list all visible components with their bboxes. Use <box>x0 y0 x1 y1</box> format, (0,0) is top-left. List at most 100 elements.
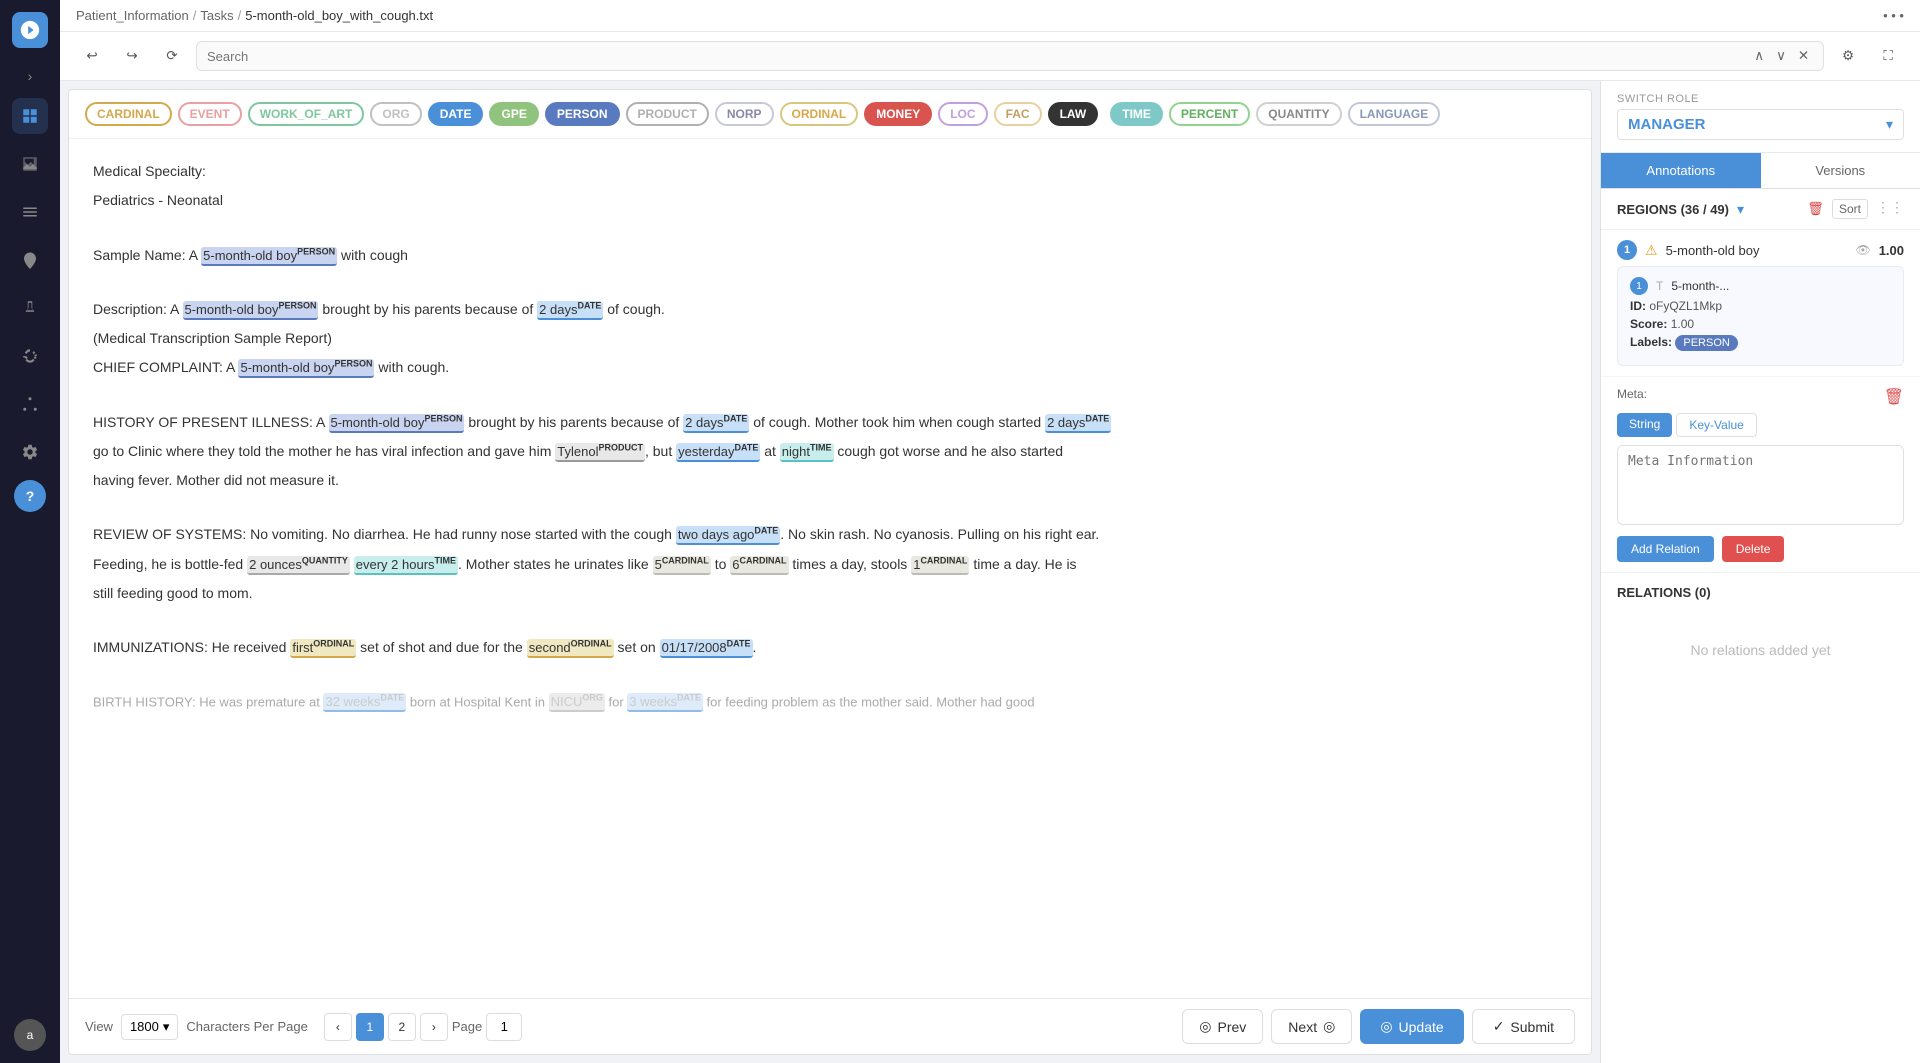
app-logo[interactable] <box>12 12 48 48</box>
update-button-label: Update <box>1399 1019 1444 1035</box>
page-prev-arrow[interactable]: ‹ <box>324 1013 352 1041</box>
breadcrumb-part-1[interactable]: Patient_Information <box>76 8 189 23</box>
review-line: REVIEW OF SYSTEMS: No vomiting. No diarr… <box>93 522 1567 547</box>
role-selector[interactable]: MANAGER ▾ <box>1617 109 1904 140</box>
entity-every-2-hours[interactable]: every 2 hoursTIME <box>354 556 458 575</box>
expand-button[interactable]: ⛶ <box>1872 40 1904 72</box>
sidebar-toggle[interactable]: › <box>18 64 42 88</box>
sidebar-item-list[interactable] <box>12 194 48 230</box>
settings-button[interactable]: ⚙ <box>1832 40 1864 72</box>
tab-versions[interactable]: Versions <box>1761 153 1920 188</box>
entity-5month-old-boy-4[interactable]: 5-month-old boyPERSON <box>329 414 465 433</box>
entity-2days-3[interactable]: 2 daysDATE <box>1045 414 1111 433</box>
tag-money[interactable]: MONEY <box>864 102 932 126</box>
tag-norp[interactable]: NORP <box>715 102 774 126</box>
specialty-value: Pediatrics - Neonatal <box>93 188 1567 213</box>
undo-button[interactable]: ↩ <box>76 40 108 72</box>
annotation-eye-icon[interactable]: 👁 <box>1855 243 1870 257</box>
annotation-item-1[interactable]: 1 ⚠ 5-month-old boy 👁 1.00 1 T 5-month-.… <box>1601 230 1920 377</box>
labels-label: Labels: <box>1630 335 1672 349</box>
search-prev-button[interactable]: ∧ <box>1750 46 1768 66</box>
delete-annotation-button[interactable]: Delete <box>1722 536 1785 562</box>
regions-dropdown-icon[interactable]: ▾ <box>1737 201 1744 218</box>
submit-button[interactable]: ✓ Submit <box>1472 1009 1575 1044</box>
entity-weeks-1[interactable]: 32 weeksDATE <box>323 693 406 712</box>
entity-two-days-ago[interactable]: two days agoDATE <box>676 526 780 545</box>
entity-first[interactable]: firstORDINAL <box>290 639 356 658</box>
next-circle-icon: ◎ <box>1323 1018 1335 1035</box>
meta-information-input[interactable] <box>1617 445 1904 525</box>
entity-2days-1[interactable]: 2 daysDATE <box>537 301 603 320</box>
submit-button-label: Submit <box>1510 1019 1554 1035</box>
breadcrumb-sep-1: / <box>193 8 197 23</box>
chars-per-page-select[interactable]: 1800 ▾ <box>121 1014 178 1040</box>
entity-1-stool[interactable]: 1CARDINAL <box>911 556 969 575</box>
meta-delete-button[interactable]: 🗑 <box>1884 387 1904 407</box>
meta-tab-string[interactable]: String <box>1617 413 1672 437</box>
entity-second[interactable]: secondORDINAL <box>527 639 614 658</box>
tag-language[interactable]: LANGUAGE <box>1348 102 1441 126</box>
page-1-button[interactable]: 1 <box>356 1013 384 1041</box>
breadcrumb-part-2[interactable]: Tasks <box>200 8 233 23</box>
detail-number: 1 <box>1630 277 1648 295</box>
tag-work-of-art[interactable]: WORK_OF_ART <box>248 102 365 126</box>
meta-tab-keyvalue[interactable]: Key-Value <box>1676 413 1756 437</box>
sidebar-item-settings[interactable] <box>12 434 48 470</box>
user-avatar[interactable]: a <box>14 1019 46 1051</box>
tab-annotations[interactable]: Annotations <box>1601 153 1761 188</box>
search-input[interactable] <box>207 49 1742 64</box>
tag-gpe[interactable]: GPE <box>489 102 538 126</box>
entity-6[interactable]: 6CARDINAL <box>730 556 788 575</box>
role-chevron-icon: ▾ <box>1886 116 1893 133</box>
search-close-button[interactable]: ✕ <box>1794 46 1813 66</box>
tag-cardinal[interactable]: CARDINAL <box>85 102 172 126</box>
sidebar-item-dashboard[interactable] <box>12 98 48 134</box>
next-button[interactable]: Next ◎ <box>1271 1009 1352 1044</box>
update-button[interactable]: ◎ Update <box>1360 1009 1463 1044</box>
page-2-button[interactable]: 2 <box>388 1013 416 1041</box>
sidebar-item-tools[interactable] <box>12 338 48 374</box>
entity-2days-2[interactable]: 2 daysDATE <box>683 414 749 433</box>
breadcrumb-menu[interactable]: • • • <box>1883 8 1904 23</box>
tag-loc[interactable]: LOC <box>938 102 987 126</box>
refresh-button[interactable]: ⟳ <box>156 40 188 72</box>
sort-button[interactable]: Sort <box>1832 199 1868 219</box>
tag-event[interactable]: EVENT <box>178 102 242 126</box>
entity-5month-old-boy-1[interactable]: 5-month-old boyPERSON <box>201 247 337 266</box>
entity-date-01172008[interactable]: 01/17/2008DATE <box>660 639 753 658</box>
breadcrumb-current: 5-month-old_boy_with_cough.txt <box>245 8 433 23</box>
sidebar-item-network[interactable] <box>12 386 48 422</box>
annotation-title: 5-month-old boy <box>1666 243 1848 258</box>
prev-button[interactable]: ◎ Prev <box>1182 1009 1263 1044</box>
tag-org[interactable]: ORG <box>370 102 421 126</box>
entity-tylenol[interactable]: TylenolPRODUCT <box>555 443 645 462</box>
entity-yesterday[interactable]: yesterdayDATE <box>676 443 760 462</box>
tag-product[interactable]: PRODUCT <box>626 102 709 126</box>
page-number-input[interactable] <box>486 1013 522 1041</box>
tag-quantity[interactable]: QUANTITY <box>1256 102 1341 126</box>
tag-law[interactable]: LAW <box>1048 102 1099 126</box>
tag-person[interactable]: PERSON <box>545 102 620 126</box>
tag-time[interactable]: TIME <box>1110 102 1163 126</box>
tag-percent[interactable]: PERCENT <box>1169 102 1250 126</box>
tag-date[interactable]: DATE <box>428 102 484 126</box>
search-next-button[interactable]: ∨ <box>1772 46 1790 66</box>
tag-ordinal[interactable]: ORDINAL <box>780 102 859 126</box>
help-button[interactable]: ? <box>14 480 46 512</box>
delete-regions-button[interactable]: 🗑 <box>1807 199 1824 219</box>
entity-nicu[interactable]: NICUORG <box>549 693 605 712</box>
page-next-arrow[interactable]: › <box>420 1013 448 1041</box>
birth-history-line: BIRTH HISTORY: He was premature at 32 we… <box>93 690 1567 714</box>
entity-5month-old-boy-3[interactable]: 5-month-old boyPERSON <box>238 359 374 378</box>
entity-night[interactable]: nightTIME <box>780 443 834 462</box>
entity-weeks-2[interactable]: 3 weeksDATE <box>627 693 703 712</box>
entity-5month-old-boy-2[interactable]: 5-month-old boyPERSON <box>183 301 319 320</box>
add-relation-button[interactable]: Add Relation <box>1617 536 1714 562</box>
sidebar-item-map[interactable] <box>12 242 48 278</box>
redo-button[interactable]: ↪ <box>116 40 148 72</box>
sidebar-item-lab[interactable] <box>12 290 48 326</box>
entity-2ounces[interactable]: 2 ouncesQUANTITY <box>247 556 350 575</box>
sidebar-item-chart[interactable] <box>12 146 48 182</box>
entity-5[interactable]: 5CARDINAL <box>653 556 711 575</box>
tag-fac[interactable]: FAC <box>994 102 1042 126</box>
